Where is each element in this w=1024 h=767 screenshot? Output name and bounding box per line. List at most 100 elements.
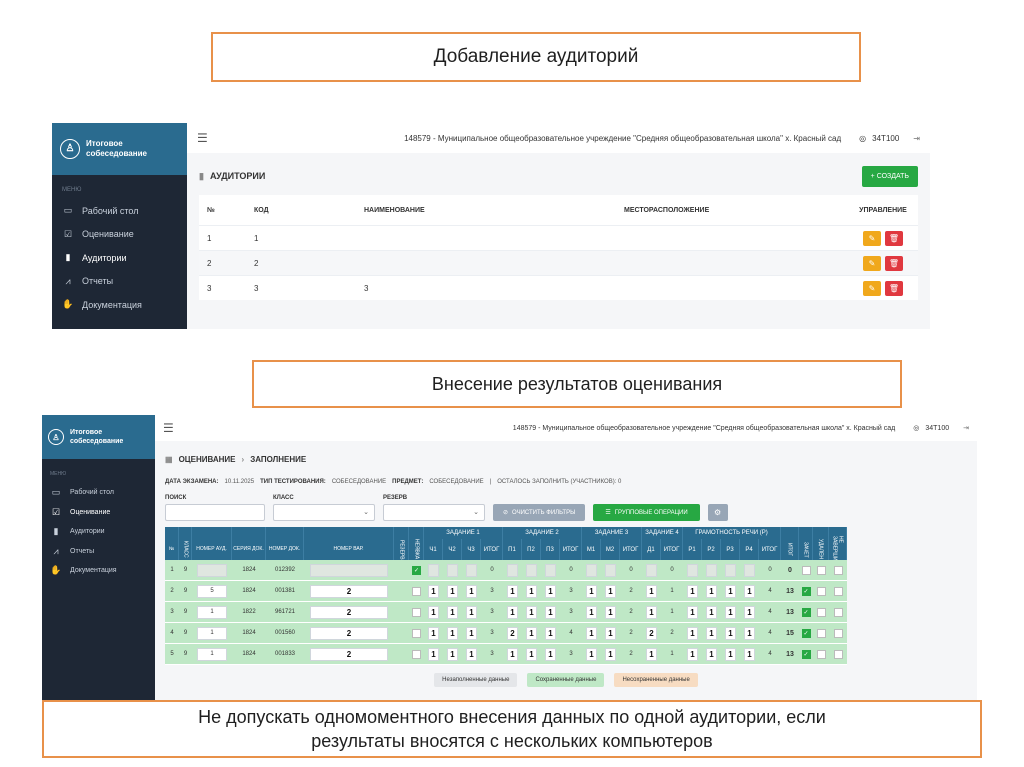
search-input[interactable]: [165, 504, 265, 521]
aud-input[interactable]: 5: [197, 584, 227, 598]
score-input[interactable]: [586, 563, 597, 577]
score-input[interactable]: [526, 563, 537, 577]
score-input[interactable]: 1: [447, 584, 458, 598]
logout-icon[interactable]: ⇥: [913, 134, 920, 143]
score-input[interactable]: 1: [526, 647, 537, 661]
score-input[interactable]: 1: [646, 584, 657, 598]
score-input[interactable]: 1: [725, 626, 736, 640]
score-input[interactable]: [744, 563, 755, 577]
aud-input[interactable]: 1: [197, 605, 227, 619]
notfinished-checkbox[interactable]: [833, 607, 843, 617]
variant-input[interactable]: 2: [310, 605, 388, 619]
group-operations-button[interactable]: ☰ ГРУППОВЫЕ ОПЕРАЦИИ: [593, 504, 700, 521]
score-input[interactable]: 1: [605, 647, 616, 661]
score-input[interactable]: 1: [507, 584, 518, 598]
score-input[interactable]: 1: [687, 605, 698, 619]
score-input[interactable]: 1: [605, 626, 616, 640]
score-input[interactable]: [545, 563, 556, 577]
removed-checkbox[interactable]: [816, 628, 826, 638]
score-input[interactable]: [466, 563, 477, 577]
score-input[interactable]: 1: [466, 626, 477, 640]
delete-button[interactable]: 🗑: [885, 230, 903, 246]
variant-input[interactable]: 2: [310, 626, 388, 640]
sidebar-item-reports[interactable]: ⩘ Отчеты: [52, 270, 187, 294]
aud-input[interactable]: 1: [197, 626, 227, 640]
sidebar-item-assessment[interactable]: ☑ Оценивание: [52, 223, 187, 247]
notfinished-checkbox[interactable]: [833, 628, 843, 638]
score-input[interactable]: 1: [744, 605, 755, 619]
delete-button[interactable]: 🗑: [885, 255, 903, 271]
removed-checkbox[interactable]: [816, 607, 826, 617]
aud-input[interactable]: [197, 563, 227, 577]
score-input[interactable]: 1: [725, 605, 736, 619]
score-input[interactable]: 1: [706, 584, 717, 598]
removed-checkbox[interactable]: [816, 586, 826, 596]
score-input[interactable]: 1: [545, 626, 556, 640]
hamburger-menu-icon[interactable]: ☰: [163, 421, 174, 435]
sidebar-item-desktop[interactable]: ▭ Рабочий стол: [52, 199, 187, 223]
notfinished-checkbox[interactable]: [833, 586, 843, 596]
app-logo-header[interactable]: ♙ Итоговое собеседование: [42, 415, 155, 459]
user-login[interactable]: 34T100: [925, 425, 949, 432]
sidebar-item-reports[interactable]: ⩘ Отчеты: [42, 542, 155, 562]
score-input[interactable]: 1: [466, 647, 477, 661]
absent-checkbox[interactable]: [412, 649, 421, 659]
sidebar-item-docs[interactable]: ✋ Документация: [42, 561, 155, 581]
removed-checkbox[interactable]: [816, 649, 826, 659]
variant-input[interactable]: 2: [310, 584, 388, 598]
score-input[interactable]: 1: [687, 584, 698, 598]
score-input[interactable]: 1: [466, 605, 477, 619]
score-input[interactable]: 1: [428, 584, 439, 598]
score-input[interactable]: [725, 563, 736, 577]
score-input[interactable]: 2: [646, 626, 657, 640]
score-input[interactable]: 1: [545, 605, 556, 619]
delete-button[interactable]: 🗑: [885, 280, 903, 296]
score-input[interactable]: 1: [526, 626, 537, 640]
score-input[interactable]: 1: [526, 584, 537, 598]
score-input[interactable]: [428, 563, 439, 577]
score-input[interactable]: 1: [428, 647, 439, 661]
logout-icon[interactable]: ⇥: [963, 424, 969, 432]
edit-button[interactable]: ✎: [863, 230, 881, 246]
score-input[interactable]: 1: [428, 626, 439, 640]
removed-checkbox[interactable]: [816, 565, 826, 575]
absent-checkbox[interactable]: [412, 628, 421, 638]
notfinished-checkbox[interactable]: [833, 565, 843, 575]
score-input[interactable]: [507, 563, 518, 577]
absent-checkbox[interactable]: [412, 607, 421, 617]
variant-input[interactable]: 2: [310, 647, 388, 661]
score-input[interactable]: 1: [447, 626, 458, 640]
breadcrumb-item[interactable]: ОЦЕНИВАНИЕ: [179, 455, 236, 464]
absent-checkbox[interactable]: ✓: [412, 565, 421, 575]
class-select[interactable]: ⌄: [273, 504, 375, 521]
notfinished-checkbox[interactable]: [833, 649, 843, 659]
score-input[interactable]: [447, 563, 458, 577]
sidebar-item-docs[interactable]: ✋ Документация: [52, 293, 187, 317]
absent-checkbox[interactable]: [412, 586, 421, 596]
settings-button[interactable]: ⚙: [707, 504, 728, 521]
clear-filters-button[interactable]: ⊘ ОЧИСТИТЬ ФИЛЬТРЫ: [493, 504, 586, 521]
score-input[interactable]: 1: [466, 584, 477, 598]
score-input[interactable]: 1: [605, 584, 616, 598]
aud-input[interactable]: 1: [197, 647, 227, 661]
score-input[interactable]: [605, 563, 616, 577]
score-input[interactable]: 1: [725, 584, 736, 598]
score-input[interactable]: 1: [646, 605, 657, 619]
score-input[interactable]: 1: [706, 626, 717, 640]
score-input[interactable]: [687, 563, 698, 577]
score-input[interactable]: 1: [687, 647, 698, 661]
score-input[interactable]: 1: [586, 605, 597, 619]
score-input[interactable]: 1: [586, 584, 597, 598]
reserve-select[interactable]: ⌄: [383, 504, 485, 521]
score-input[interactable]: 1: [586, 626, 597, 640]
score-input[interactable]: 1: [447, 605, 458, 619]
score-input[interactable]: 1: [687, 626, 698, 640]
app-logo-header[interactable]: ♙ Итоговое собеседование: [52, 123, 187, 175]
score-input[interactable]: 1: [605, 605, 616, 619]
score-input[interactable]: 1: [545, 584, 556, 598]
sidebar-item-assessment[interactable]: ☑ Оценивание: [42, 503, 155, 523]
create-button[interactable]: + СОЗДАТЬ: [861, 165, 918, 187]
score-input[interactable]: [706, 563, 717, 577]
score-input[interactable]: 1: [744, 626, 755, 640]
hamburger-menu-icon[interactable]: ☰: [197, 131, 208, 145]
